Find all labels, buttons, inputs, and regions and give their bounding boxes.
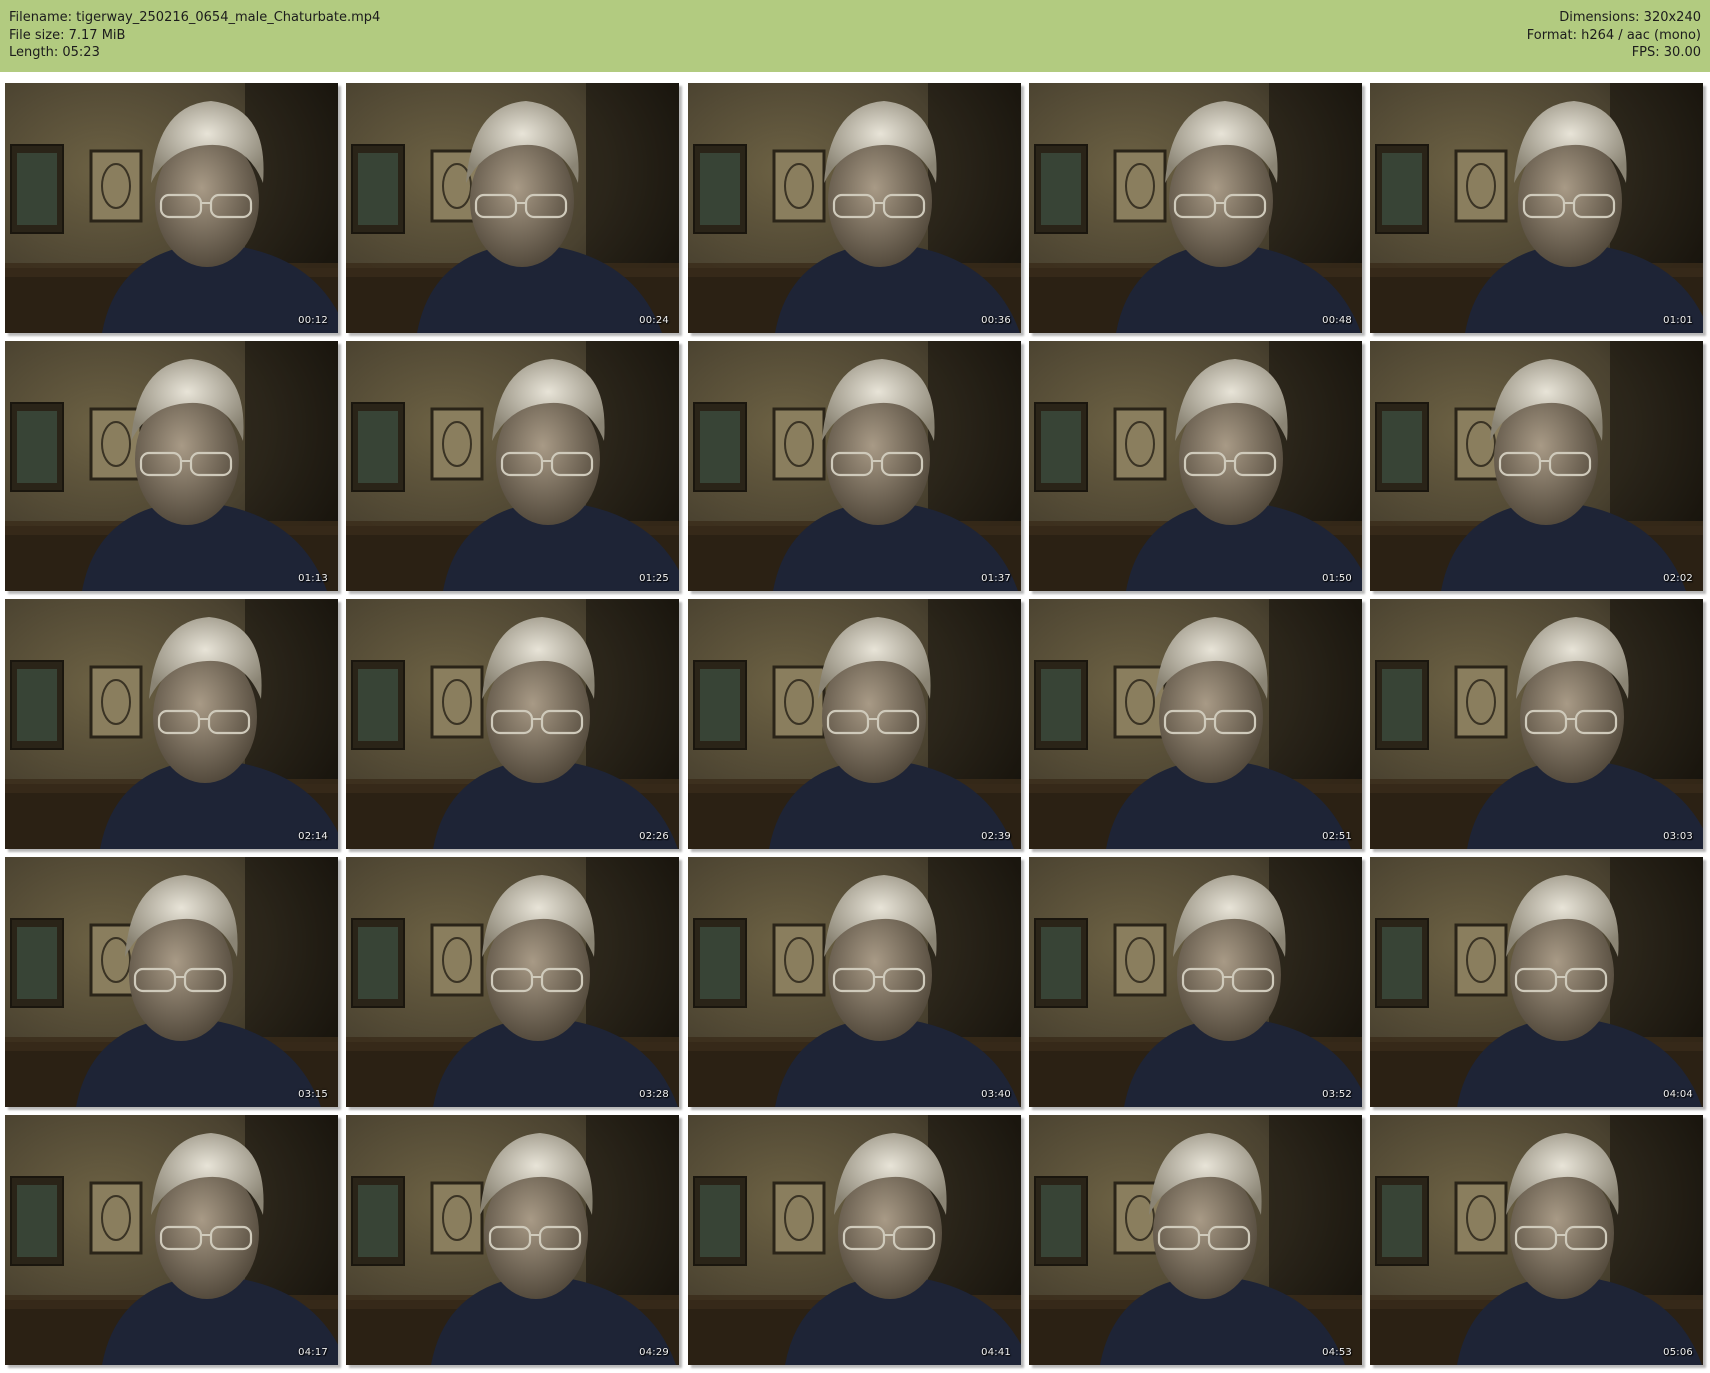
filesize-value: 7.17 MiB [68, 27, 126, 43]
filename-value: tigerway_250216_0654_male_Chaturbate.mp4 [76, 10, 381, 25]
thumbnail-frame[interactable]: 05:06 [1370, 1115, 1703, 1365]
filename-row: Filename: tigerway_250216_0654_male_Chat… [9, 9, 380, 27]
video-frame-image [1029, 83, 1362, 333]
video-frame-image [5, 83, 338, 333]
video-frame-image [688, 341, 1021, 591]
filesize-label: File size: [9, 27, 65, 43]
timestamp-label: 01:37 [981, 573, 1011, 584]
timestamp-label: 02:14 [298, 831, 328, 842]
timestamp-label: 00:48 [1322, 315, 1352, 326]
video-frame-image [5, 341, 338, 591]
timestamp-label: 04:29 [639, 1347, 669, 1358]
thumbnail-grid: 00:12 00:24 00:36 00:48 01:01 01:13 01:25 01:37… [5, 83, 1705, 1369]
video-frame-image [1029, 599, 1362, 849]
timestamp-label: 01:25 [639, 573, 669, 584]
format-value: h264 / aac (mono) [1581, 27, 1701, 43]
thumbnail-frame[interactable]: 01:01 [1370, 83, 1703, 333]
video-frame-image [688, 83, 1021, 333]
thumbnail-frame[interactable]: 00:48 [1029, 83, 1362, 333]
timestamp-label: 03:03 [1663, 831, 1693, 842]
length-label: Length: [9, 45, 59, 60]
thumbnail-frame[interactable]: 03:52 [1029, 857, 1362, 1107]
length-row: Length: 05:23 [9, 44, 380, 62]
thumbnail-frame[interactable]: 01:25 [346, 341, 679, 591]
video-frame-image [1370, 83, 1703, 333]
thumbnail-frame[interactable]: 03:40 [688, 857, 1021, 1107]
thumbnail-frame[interactable]: 02:02 [1370, 341, 1703, 591]
video-frame-image [1029, 857, 1362, 1107]
video-frame-image [688, 599, 1021, 849]
thumbnail-frame[interactable]: 04:17 [5, 1115, 338, 1365]
video-frame-image [346, 341, 679, 591]
thumbnail-frame[interactable]: 02:14 [5, 599, 338, 849]
video-frame-image [5, 857, 338, 1107]
video-frame-image [346, 83, 679, 333]
info-left: Filename: tigerway_250216_0654_male_Chat… [9, 9, 380, 62]
video-frame-image [1029, 1115, 1362, 1365]
video-frame-image [688, 1115, 1021, 1365]
thumbnail-frame[interactable]: 01:50 [1029, 341, 1362, 591]
filename-label: Filename: [9, 10, 73, 25]
video-frame-image [346, 599, 679, 849]
fps-label: FPS: [1631, 45, 1660, 60]
timestamp-label: 02:26 [639, 831, 669, 842]
thumbnail-frame[interactable]: 00:12 [5, 83, 338, 333]
video-frame-image [1370, 857, 1703, 1107]
timestamp-label: 04:41 [981, 1347, 1011, 1358]
video-frame-image [688, 857, 1021, 1107]
format-label: Format: [1526, 27, 1577, 43]
dimensions-value: 320x240 [1643, 10, 1701, 25]
fps-value: 30.00 [1663, 45, 1701, 60]
video-frame-image [1029, 341, 1362, 591]
timestamp-label: 03:52 [1322, 1089, 1352, 1100]
thumbnail-frame[interactable]: 01:13 [5, 341, 338, 591]
timestamp-label: 01:13 [298, 573, 328, 584]
info-right: Dimensions: 320x240 Format: h264 / aac (… [1527, 9, 1701, 62]
timestamp-label: 04:53 [1322, 1347, 1352, 1358]
video-frame-image [1370, 1115, 1703, 1365]
timestamp-label: 05:06 [1663, 1347, 1693, 1358]
timestamp-label: 00:12 [298, 315, 328, 326]
thumbnail-frame[interactable]: 04:53 [1029, 1115, 1362, 1365]
video-frame-image [1370, 599, 1703, 849]
thumbnail-frame[interactable]: 04:29 [346, 1115, 679, 1365]
thumbnail-frame[interactable]: 02:51 [1029, 599, 1362, 849]
thumbnail-frame[interactable]: 03:28 [346, 857, 679, 1107]
thumbnail-frame[interactable]: 03:15 [5, 857, 338, 1107]
timestamp-label: 00:24 [639, 315, 669, 326]
thumbnail-frame[interactable]: 04:41 [688, 1115, 1021, 1365]
length-value: 05:23 [62, 45, 100, 60]
timestamp-label: 02:51 [1322, 831, 1352, 842]
timestamp-label: 01:01 [1663, 315, 1693, 326]
video-frame-image [5, 1115, 338, 1365]
timestamp-label: 02:39 [981, 831, 1011, 842]
dimensions-row: Dimensions: 320x240 [1527, 9, 1701, 27]
info-header: Filename: tigerway_250216_0654_male_Chat… [0, 0, 1710, 72]
fps-row: FPS: 30.00 [1527, 44, 1701, 62]
video-frame-image [346, 1115, 679, 1365]
timestamp-label: 01:50 [1322, 573, 1352, 584]
thumbnail-frame[interactable]: 04:04 [1370, 857, 1703, 1107]
thumbnail-frame[interactable]: 02:26 [346, 599, 679, 849]
thumbnail-frame[interactable]: 02:39 [688, 599, 1021, 849]
timestamp-label: 00:36 [981, 315, 1011, 326]
video-frame-image [5, 599, 338, 849]
timestamp-label: 04:17 [298, 1347, 328, 1358]
dimensions-label: Dimensions: [1559, 10, 1640, 25]
video-frame-image [346, 857, 679, 1107]
timestamp-label: 04:04 [1663, 1089, 1693, 1100]
thumbnail-frame[interactable]: 00:24 [346, 83, 679, 333]
timestamp-label: 03:15 [298, 1089, 328, 1100]
timestamp-label: 03:40 [981, 1089, 1011, 1100]
filesize-row: File size: 7.17 MiB [9, 27, 380, 45]
format-row: Format: h264 / aac (mono) [1527, 27, 1701, 45]
timestamp-label: 02:02 [1663, 573, 1693, 584]
thumbnail-frame[interactable]: 00:36 [688, 83, 1021, 333]
thumbnail-frame[interactable]: 01:37 [688, 341, 1021, 591]
video-frame-image [1370, 341, 1703, 591]
timestamp-label: 03:28 [639, 1089, 669, 1100]
thumbnail-frame[interactable]: 03:03 [1370, 599, 1703, 849]
